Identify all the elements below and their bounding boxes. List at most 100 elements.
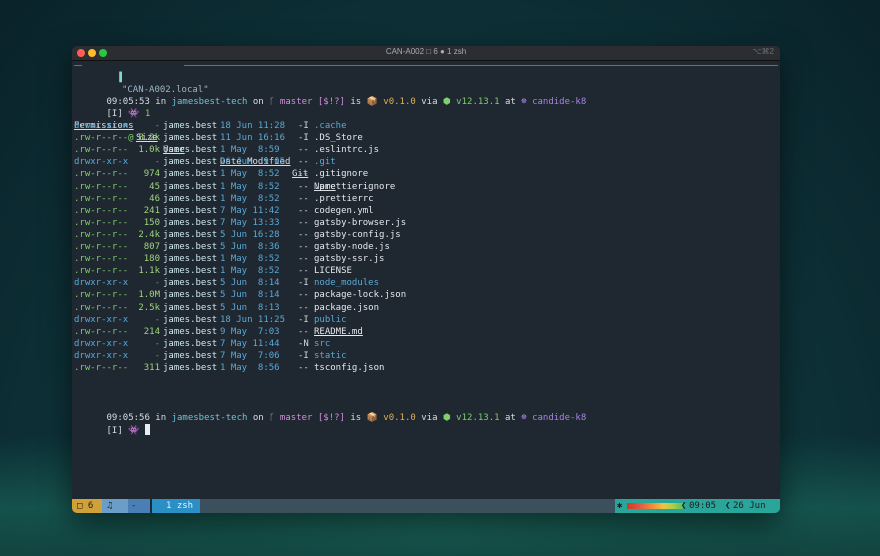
- session-segment[interactable]: □ 6: [72, 499, 102, 513]
- cell-name[interactable]: gatsby-node.js: [314, 241, 390, 253]
- cell-name[interactable]: .prettierrc: [314, 193, 374, 205]
- prompt-line-2: 09:05:56 in jamesbest-tech on ᚴ master […: [74, 400, 587, 423]
- table-row[interactable]: drwxr-xr-x - james.best 7 May 7:06 -I static: [74, 350, 774, 362]
- prompt-word: is: [344, 97, 367, 108]
- cell-size: -: [154, 157, 160, 168]
- cell-date: 7 May 7:06: [220, 350, 280, 361]
- table-row[interactable]: .rw-r--r-- 1.0k james.best 1 May 8:59 -- .esl…: [74, 144, 774, 156]
- cell-user: james.best: [163, 169, 218, 180]
- cell-git-status: --: [298, 181, 309, 192]
- prompt-word: in: [149, 97, 172, 108]
- window-tab-label: 1 zsh: [166, 501, 194, 511]
- cell-git-status: --: [298, 157, 309, 168]
- cell-date: 7 May 13:33: [220, 217, 280, 228]
- table-row[interactable]: .rw-r--r-- 150 james.best 7 May 13:33 -- gats…: [74, 217, 774, 229]
- prompt-word: at: [499, 97, 522, 108]
- cell-git-status: --: [298, 302, 309, 313]
- table-row[interactable]: .rw-r--r-- 311 james.best 1 May 8:56 -- tscon…: [74, 362, 774, 374]
- cell-name[interactable]: src: [314, 338, 330, 350]
- prompt-node-version: v12.13.1: [450, 97, 500, 108]
- table-row[interactable]: drwxr-xr-x - james.best 26 Jun 9:05 -- .git: [74, 156, 774, 168]
- cell-size: 180: [143, 254, 160, 265]
- cell-name[interactable]: gatsby-ssr.js: [314, 253, 384, 265]
- table-row[interactable]: drwxr-xr-x - james.best 18 Jun 11:25 -I publi…: [74, 314, 774, 326]
- cell-name[interactable]: public: [314, 314, 347, 326]
- table-row[interactable]: .rw-r--r-- 2.4k james.best 5 Jun 16:28 -- gat…: [74, 229, 774, 241]
- prompt-word: at: [499, 413, 522, 424]
- table-row[interactable]: .rw-r--r-- 1.0M james.best 5 Jun 8:14 -- pack…: [74, 289, 774, 301]
- cell-git-status: -I: [298, 133, 309, 144]
- cell-git-status: --: [298, 266, 309, 277]
- table-row[interactable]: .rw-r--r-- 241 james.best 7 May 11:42 -- code…: [74, 205, 774, 217]
- prompt-kube-context: candide-k8: [526, 97, 587, 108]
- cell-name[interactable]: codegen.yml: [314, 205, 374, 217]
- cell-user: james.best: [163, 157, 218, 168]
- cell-name[interactable]: .DS_Store: [314, 132, 363, 144]
- table-row[interactable]: .rw-r--r-- 180 james.best 1 May 8:52 -- gatsb…: [74, 253, 774, 265]
- package-icon: 📦: [366, 413, 378, 424]
- cell-date: 5 Jun 8:14: [220, 290, 280, 301]
- text-cursor[interactable]: [144, 424, 150, 436]
- cell-name[interactable]: .cache: [314, 120, 347, 132]
- header-rule-right: [184, 65, 778, 66]
- cell-name[interactable]: static: [314, 350, 347, 362]
- title-bar[interactable]: CAN-A002 □ 6 ● 1 zsh ⌥⌘2: [72, 46, 780, 61]
- prompt-line-1: 09:05:53 in jamesbest-tech on ᚴ master […: [74, 84, 587, 107]
- cell-date: 5 Jun 8:14: [220, 278, 280, 289]
- separator-icon: ❮: [681, 501, 687, 511]
- dash-segment: -: [128, 499, 150, 513]
- cell-name[interactable]: tsconfig.json: [314, 362, 384, 374]
- cell-date: 1 May 8:59: [220, 145, 280, 156]
- table-row[interactable]: .rw-r--r-- 807 james.best 5 Jun 8:36 -- gatsb…: [74, 241, 774, 253]
- terminal-output[interactable]: ▐ "CAN-A002.local" 09:05:53 in jamesbest…: [74, 60, 778, 499]
- cell-git-status: --: [298, 254, 309, 265]
- table-row[interactable]: drwxr-xr-x - james.best 18 Jun 11:28 -I .cach…: [74, 120, 774, 132]
- cell-name[interactable]: .eslintrc.js: [314, 144, 379, 156]
- mode-line-2[interactable]: [I] 👾: [74, 412, 150, 436]
- cell-date: 7 May 11:44: [220, 338, 280, 349]
- cell-size: -: [154, 278, 160, 289]
- cell-name[interactable]: LICENSE: [314, 265, 352, 277]
- cell-name[interactable]: gatsby-config.js: [314, 229, 401, 241]
- cell-name[interactable]: gatsby-browser.js: [314, 217, 406, 229]
- cell-date: 18 Jun 11:25: [220, 314, 286, 325]
- cell-git-status: --: [298, 229, 309, 240]
- cell-name[interactable]: README.md: [314, 326, 363, 338]
- terminal-window[interactable]: CAN-A002 □ 6 ● 1 zsh ⌥⌘2 ▐ "CAN-A002.loc…: [72, 46, 780, 513]
- cell-size: 46: [149, 193, 160, 204]
- status-right: ✱ ❮ 09:05 ❮ 26 Jun: [615, 499, 780, 513]
- prompt-dir: jamesbest-tech: [171, 97, 248, 108]
- cell-permissions: .rw-r--r--: [74, 242, 129, 252]
- table-row[interactable]: .rw-r--r--@ 8.2k james.best 11 Jun 16:16 -I.…: [74, 132, 774, 144]
- table-row[interactable]: drwxr-xr-x - james.best 7 May 11:44 -N src: [74, 338, 774, 350]
- window-tab-1[interactable]: 1 zsh: [152, 499, 200, 513]
- cell-name[interactable]: .prettierignore: [314, 181, 395, 193]
- prompt-package-version: v0.1.0: [377, 413, 416, 424]
- table-row[interactable]: .rw-r--r-- 974 james.best 1 May 8:52 -- .giti…: [74, 168, 774, 180]
- cell-user: james.best: [163, 229, 218, 240]
- table-row[interactable]: .rw-r--r-- 214 james.best 9 May 7:03 -- READM…: [74, 326, 774, 338]
- cell-size: 1.1k: [138, 266, 160, 277]
- cell-name[interactable]: package-lock.json: [314, 289, 406, 301]
- table-row[interactable]: .rw-r--r-- 45 james.best 1 May 8:52 -- .prett…: [74, 181, 774, 193]
- cell-date: 1 May 8:52: [220, 266, 280, 277]
- status-time: 09:05: [689, 501, 717, 511]
- table-row[interactable]: drwxr-xr-x - james.best 5 Jun 8:14 -I node_mo…: [74, 277, 774, 289]
- prompt-git-status: [$!?]: [312, 413, 345, 424]
- prompt-word: via: [415, 413, 443, 424]
- cell-name[interactable]: package.json: [314, 302, 379, 314]
- cell-size: -: [154, 338, 160, 349]
- prompt-word: via: [415, 97, 443, 108]
- cell-user: james.best: [163, 121, 218, 131]
- vi-mode: [I]: [106, 109, 129, 120]
- cell-date: 7 May 11:42: [220, 205, 280, 216]
- table-row[interactable]: .rw-r--r-- 46 james.best 1 May 8:52 -- .prett…: [74, 193, 774, 205]
- cell-name[interactable]: .git: [314, 156, 336, 168]
- package-icon: 📦: [366, 97, 378, 108]
- cell-name[interactable]: node_modules: [314, 277, 379, 289]
- cell-permissions: .rw-r--r--: [74, 229, 129, 240]
- cell-user: james.best: [163, 290, 218, 301]
- table-row[interactable]: .rw-r--r-- 2.5k james.best 5 Jun 8:13 -- pack…: [74, 302, 774, 314]
- table-row[interactable]: .rw-r--r-- 1.1k james.best 1 May 8:52 -- LICE…: [74, 265, 774, 277]
- cell-name[interactable]: .gitignore: [314, 168, 368, 180]
